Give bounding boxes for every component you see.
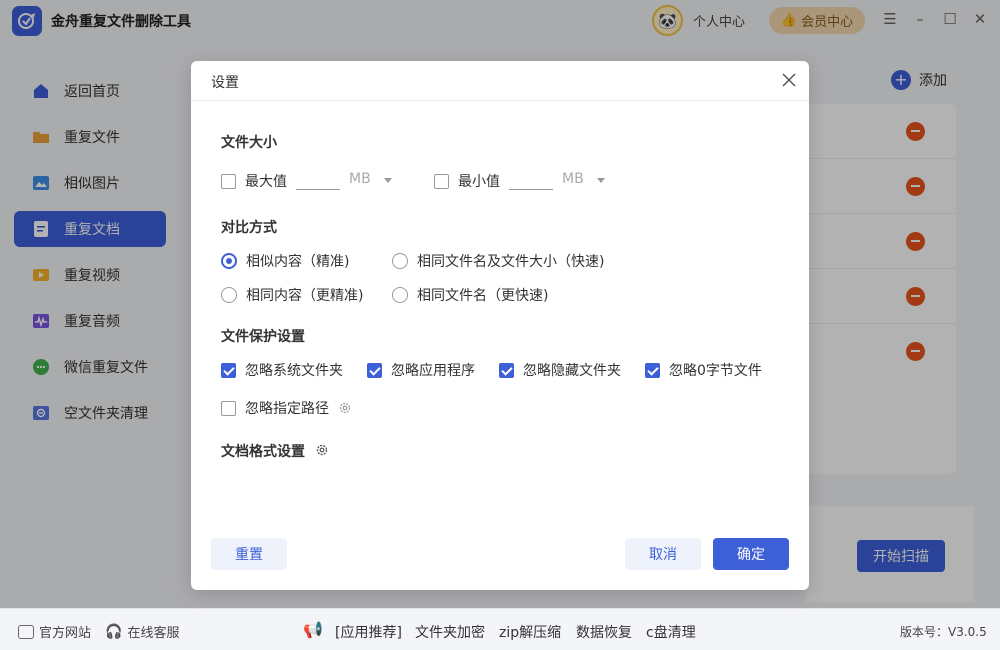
checkbox[interactable] [645, 362, 660, 378]
compare-similar-content-radio[interactable]: 相似内容（精准) [221, 251, 349, 271]
radio-button[interactable] [221, 253, 237, 269]
close-icon[interactable] [780, 71, 798, 89]
ignore-hidden-folders-option[interactable]: 忽略隐藏文件夹 [499, 360, 621, 380]
max-size-unit: MB [349, 171, 371, 187]
doc-format-title: 文档格式设置 [221, 444, 305, 460]
compare-method-title: 对比方式 [221, 220, 277, 236]
headset-icon: 🎧 [105, 623, 123, 640]
max-size-checkbox[interactable] [221, 173, 236, 189]
radio-button[interactable] [392, 253, 408, 269]
dialog-header: 设置 [191, 61, 809, 101]
compare-name-size-radio[interactable]: 相同文件名及文件大小（快速) [392, 251, 604, 271]
chevron-down-icon[interactable] [384, 178, 392, 183]
checkbox[interactable] [221, 400, 236, 416]
rec-zip-link[interactable]: zip解压缩 [499, 622, 561, 642]
online-service-link[interactable]: 🎧 在线客服 [105, 622, 180, 642]
compare-same-name-radio[interactable]: 相同文件名（更快速) [392, 285, 548, 305]
rec-data-recovery-link[interactable]: 数据恢复 [576, 622, 632, 642]
online-service-label: 在线客服 [127, 626, 180, 641]
min-size-option[interactable]: 最小值 [434, 171, 500, 191]
checkbox[interactable] [367, 362, 382, 378]
radio-label: 相同文件名（更快速) [417, 288, 549, 304]
rec-folder-encrypt-link[interactable]: 文件夹加密 [415, 622, 485, 642]
settings-dialog: 设置 文件大小 最大值 MB 最小值 MB 对比方式 相似内容（精准) 相同文件… [191, 61, 809, 590]
ignore-system-folders-option[interactable]: 忽略系统文件夹 [221, 360, 343, 380]
max-size-option[interactable]: 最大值 [221, 171, 287, 191]
ignore-zero-byte-option[interactable]: 忽略0字节文件 [645, 360, 762, 380]
min-size-input[interactable] [509, 172, 553, 190]
checkbox-label: 忽略指定路径 [245, 401, 329, 417]
ok-button[interactable]: 确定 [713, 538, 789, 570]
gear-icon[interactable] [315, 443, 329, 457]
cancel-button[interactable]: 取消 [625, 538, 701, 570]
ignore-path-option[interactable]: 忽略指定路径 [221, 398, 329, 418]
min-size-unit: MB [562, 171, 584, 187]
megaphone-icon: 📢 [303, 620, 323, 639]
radio-label: 相似内容（精准) [246, 254, 350, 270]
ignore-apps-option[interactable]: 忽略应用程序 [367, 360, 475, 380]
gear-icon[interactable] [338, 401, 352, 415]
compare-same-content-radio[interactable]: 相同内容（更精准) [221, 285, 363, 305]
footer: 官方网站 🎧 在线客服 📢 [应用推荐] 文件夹加密 zip解压缩 数据恢复 c… [0, 608, 1000, 650]
max-size-input[interactable] [296, 172, 340, 190]
dialog-title: 设置 [211, 75, 239, 91]
radio-label: 相同内容（更精准) [246, 288, 364, 304]
official-website-label: 官方网站 [39, 626, 92, 641]
chevron-down-icon[interactable] [597, 178, 605, 183]
version-label: 版本号：V3.0.5 [900, 625, 987, 639]
radio-label: 相同文件名及文件大小（快速) [417, 254, 605, 270]
max-size-label: 最大值 [245, 174, 287, 190]
reset-button[interactable]: 重置 [211, 538, 287, 570]
rec-c-drive-clean-link[interactable]: c盘清理 [646, 622, 696, 642]
checkbox-label: 忽略应用程序 [391, 363, 475, 379]
monitor-icon [18, 624, 34, 639]
min-size-checkbox[interactable] [434, 173, 449, 189]
checkbox[interactable] [499, 362, 514, 378]
radio-button[interactable] [392, 287, 408, 303]
checkbox-label: 忽略隐藏文件夹 [523, 363, 621, 379]
official-website-link[interactable]: 官方网站 [18, 622, 91, 641]
checkbox-label: 忽略0字节文件 [669, 363, 762, 379]
min-size-label: 最小值 [458, 174, 500, 190]
file-protection-title: 文件保护设置 [221, 329, 305, 345]
app-recommend-label: [应用推荐] [335, 625, 402, 641]
file-size-title: 文件大小 [221, 135, 277, 151]
checkbox-label: 忽略系统文件夹 [245, 363, 343, 379]
radio-button[interactable] [221, 287, 237, 303]
checkbox[interactable] [221, 362, 236, 378]
